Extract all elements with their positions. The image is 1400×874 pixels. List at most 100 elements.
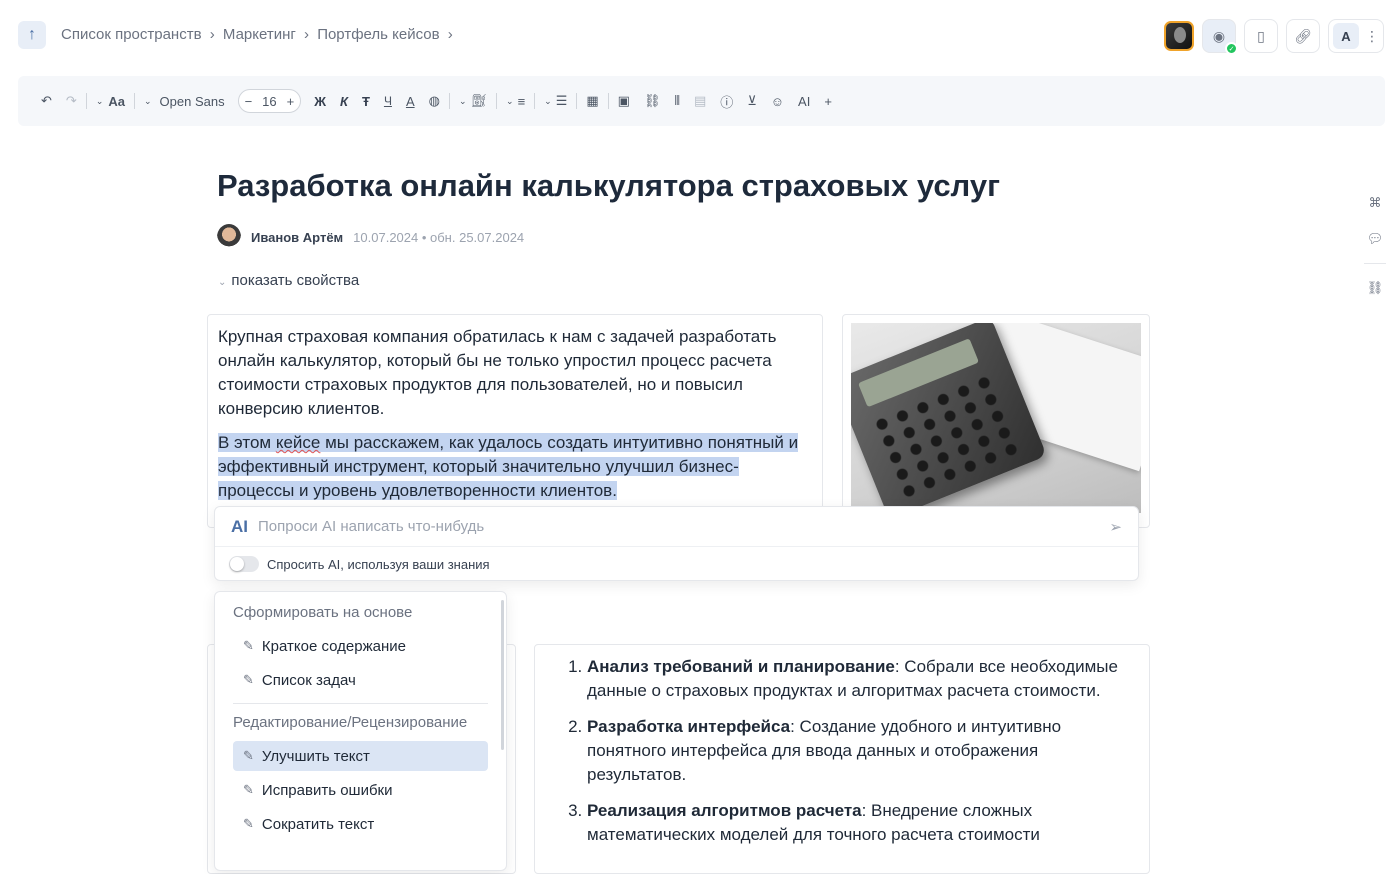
navigate-up-button[interactable]: ↑: [18, 21, 46, 49]
arrow-up-icon: ↑: [28, 26, 36, 43]
redo-icon[interactable]: ↷: [59, 93, 84, 109]
toolbar-divider: [534, 93, 536, 109]
collapse-block-icon[interactable]: ⊻: [740, 93, 764, 109]
toolbar-divider: [133, 93, 135, 109]
top-bar: ↑ Список пространств › Маркетинг › Портф…: [0, 0, 1400, 72]
ai-actions-menu: Сформировать на основе ✎ Краткое содержан…: [214, 591, 507, 871]
selection-text: В этом: [218, 433, 276, 452]
pencil-icon: ✎: [243, 672, 254, 687]
menu-item-summary[interactable]: ✎ Краткое содержание: [233, 631, 488, 661]
text-color-icon[interactable]: A: [399, 94, 422, 109]
format-painter-icon[interactable]: ⌄ ⛽︎: [452, 93, 494, 109]
link-icon: 🔗︎: [1294, 27, 1312, 44]
menu-item-label: Сократить текст: [261, 815, 375, 833]
calculator-photo: [851, 323, 1141, 513]
list-dropdown-icon[interactable]: ⌄ ☰: [537, 93, 574, 109]
font-size-stepper[interactable]: − 16 +: [237, 89, 302, 113]
ai-logo-icon: AI: [231, 516, 248, 536]
menu-item-improve-text[interactable]: ✎ Улучшить текст: [233, 741, 488, 771]
eye-icon: ◉: [1212, 27, 1226, 44]
menu-section-title: Редактирование/Рецензирование: [233, 714, 468, 731]
text-style-dropdown[interactable]: ⌄ Aa: [89, 94, 132, 109]
menu-section-title: Сформировать на основе: [233, 604, 413, 621]
breadcrumb-spaces[interactable]: Список пространств: [61, 26, 202, 43]
font-size-value[interactable]: 16: [262, 94, 276, 109]
text-style-icon: Aa: [108, 93, 125, 109]
check-icon: ✓: [1225, 42, 1238, 55]
chevron-down-icon: ⌄: [218, 277, 227, 288]
link-icon[interactable]: ⛓︎: [637, 93, 668, 109]
top-actions: ◉ ✓ ▯ 🔗︎ A ⋮: [1164, 19, 1384, 55]
emoji-icon[interactable]: ☺: [764, 94, 791, 109]
paragraph: Крупная страховая компания обратилась к …: [218, 327, 777, 418]
copy-link-button[interactable]: 🔗︎: [1286, 19, 1320, 53]
breadcrumb-separator: ›: [447, 26, 453, 43]
breadcrumb-separator: ›: [209, 26, 215, 43]
image-icon[interactable]: ▣: [611, 93, 637, 109]
pencil-icon: ✎: [243, 816, 254, 831]
breadcrumb-marketing[interactable]: Маркетинг: [223, 26, 296, 43]
calendar-icon[interactable]: ▤: [687, 93, 713, 109]
rail-divider: [1364, 263, 1386, 264]
menu-item-fix-errors[interactable]: ✎ Исправить ошибки: [233, 775, 488, 805]
link-icon[interactable]: ⛓︎: [1367, 280, 1384, 296]
bookmark-button[interactable]: ▯: [1244, 19, 1278, 53]
bold-button[interactable]: Ж: [307, 94, 333, 109]
menu-item-shorten-text[interactable]: ✎ Сократить текст: [233, 809, 488, 839]
user-avatar[interactable]: A: [1333, 23, 1359, 49]
menu-item-label: Улучшить текст: [261, 747, 370, 765]
pencil-icon: ✎: [243, 782, 254, 797]
view-mode-button[interactable]: ◉ ✓: [1202, 19, 1238, 55]
menu-scrollbar[interactable]: [501, 600, 504, 750]
minus-icon[interactable]: −: [245, 94, 253, 109]
show-properties-label: показать свойства: [231, 272, 360, 289]
table-icon[interactable]: ▦: [579, 93, 605, 109]
menu-item-label: Краткое содержание: [261, 637, 406, 655]
knowledge-toggle-label: Спросить AI, используя ваши знания: [267, 556, 490, 572]
plus-icon[interactable]: +: [287, 94, 295, 109]
ai-button[interactable]: AI: [791, 94, 817, 109]
menu-divider: [233, 703, 488, 704]
breadcrumb-portfolio[interactable]: Портфель кейсов: [317, 26, 439, 43]
comment-icon[interactable]: 💬︎: [1367, 231, 1384, 247]
toc-icon[interactable]: ⌘: [1369, 195, 1382, 211]
highlight-icon[interactable]: ◍: [422, 93, 447, 109]
text-block[interactable]: Крупная страховая компания обратилась к …: [207, 314, 823, 528]
send-icon[interactable]: ➢: [1109, 518, 1122, 536]
image-block[interactable]: [842, 314, 1150, 528]
knowledge-toggle[interactable]: [229, 556, 259, 572]
menu-item-task-list[interactable]: ✎ Список задач: [233, 665, 488, 695]
toolbar-divider: [576, 93, 578, 109]
author-name[interactable]: Иванов Артём: [251, 230, 343, 245]
show-properties-toggle[interactable]: ⌄ показать свойства: [218, 272, 359, 289]
ai-input-row: AI ➢: [215, 507, 1138, 547]
toolbar-divider: [448, 93, 450, 109]
right-rail: ⌘ 💬︎ ⛓︎: [1364, 195, 1386, 296]
strikethrough-button[interactable]: Ŧ: [355, 94, 377, 109]
breadcrumb: Список пространств › Маркетинг › Портфел…: [61, 26, 457, 43]
insert-more-button[interactable]: +: [817, 94, 839, 109]
author-avatar[interactable]: [217, 224, 241, 250]
font-family-dropdown[interactable]: ⌄ Open Sans: [137, 94, 232, 109]
align-dropdown-icon[interactable]: ⌄ ≡: [499, 94, 532, 109]
columns-icon[interactable]: ⫴: [667, 93, 686, 109]
ai-prompt-input[interactable]: [258, 518, 1110, 535]
ai-prompt-panel: AI ➢ Спросить AI, используя ваши знания: [214, 506, 1139, 581]
italic-button[interactable]: К: [333, 94, 355, 109]
step-title: Разработка интерфейса: [587, 717, 791, 736]
toolbar-divider: [85, 93, 87, 109]
document-dates: 10.07.2024 • обн. 25.07.2024: [353, 229, 525, 245]
undo-icon[interactable]: ↶: [34, 93, 59, 109]
list-item: Реализация алгоритмов расчета: Внедрение…: [587, 799, 1135, 847]
chevron-down-icon: ⌄: [95, 95, 104, 106]
editor-toolbar: ↶ ↷ ⌄ Aa ⌄ Open Sans − 16 + Ж К Ŧ Ч A ◍ ⌄ ⛽…: [18, 76, 1385, 126]
steps-block[interactable]: Анализ требований и планирование: Собрал…: [534, 644, 1150, 874]
more-icon[interactable]: ⋮: [1365, 28, 1379, 45]
collaborator-avatar[interactable]: [1164, 21, 1194, 51]
chevron-down-icon: ⌄: [143, 95, 152, 106]
underline-button[interactable]: Ч: [377, 94, 399, 108]
user-menu[interactable]: A ⋮: [1328, 19, 1384, 53]
toolbar-divider: [496, 93, 498, 109]
bookmark-icon: ▯: [1257, 27, 1265, 44]
info-block-icon[interactable]: ⓘ: [713, 92, 740, 111]
